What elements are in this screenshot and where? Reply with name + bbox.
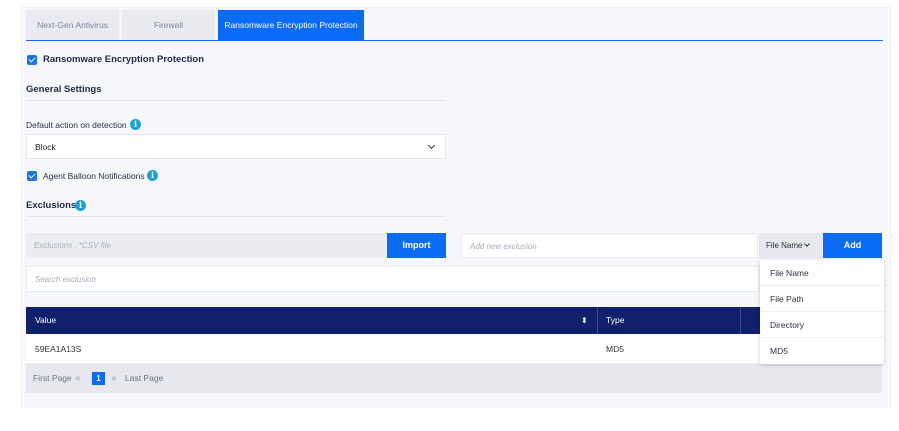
default-action-label: Default action on detection	[26, 120, 127, 130]
search-exclusion-input[interactable]: Search exclusion	[26, 266, 759, 292]
agent-balloon-checkbox[interactable]	[27, 171, 37, 181]
ransomware-protection-label: Ransomware Encryption Protection	[43, 54, 205, 65]
default-action-value: Block	[35, 142, 56, 152]
current-page-number[interactable]: 1	[92, 372, 105, 385]
tab-firewall[interactable]: Firewall	[122, 10, 215, 40]
tab-underline	[26, 40, 883, 41]
import-button[interactable]: Import	[387, 233, 446, 258]
add-button[interactable]: Add	[823, 233, 882, 258]
column-header-type[interactable]: Type	[606, 307, 624, 334]
chevron-down-icon	[804, 241, 810, 247]
tab-ransomware-encryption-protection[interactable]: Ransomware Encryption Protection	[218, 10, 364, 40]
menu-item-directory[interactable]: Directory	[760, 312, 884, 338]
agent-balloon-label: Agent Balloon Notifications	[43, 171, 145, 181]
exclusion-type-value: File Name	[766, 241, 803, 250]
column-divider	[740, 307, 741, 334]
info-icon[interactable]: i	[147, 170, 158, 181]
cell-value: 59EA1A13S	[35, 344, 82, 354]
new-exclusion-input[interactable]: Add new exclusion	[461, 233, 758, 258]
exclusions-heading: Exclusions	[26, 200, 77, 211]
exclusion-type-select[interactable]: File Name	[759, 233, 823, 258]
first-page-link[interactable]: First Page	[33, 364, 72, 393]
info-icon[interactable]: i	[130, 119, 141, 130]
chevron-down-icon	[427, 141, 436, 150]
exclusion-type-menu: File Name File Path Directory MD5	[760, 260, 884, 364]
general-settings-heading: General Settings	[26, 84, 102, 95]
default-action-select[interactable]: Block	[26, 134, 446, 159]
divider	[26, 100, 446, 101]
prev-page-icon[interactable]: «	[75, 364, 81, 393]
table-row[interactable]: 59EA1A13S MD5	[26, 334, 882, 364]
menu-item-file-path[interactable]: File Path	[760, 286, 884, 312]
ransomware-protection-checkbox[interactable]	[27, 55, 37, 65]
next-page-icon[interactable]: »	[111, 364, 117, 393]
menu-item-file-name[interactable]: File Name	[760, 260, 884, 286]
column-divider	[597, 307, 598, 334]
info-icon[interactable]: i	[75, 200, 86, 211]
pagination: First Page « 1 » Last Page	[26, 364, 882, 393]
import-csv-input[interactable]: Exclusions , *CSV file	[26, 233, 387, 258]
column-header-value[interactable]: Value	[35, 307, 56, 334]
divider	[26, 216, 446, 217]
tab-next-gen-antivirus[interactable]: Next-Gen Antivirus	[26, 10, 119, 40]
menu-item-md5[interactable]: MD5	[760, 338, 884, 364]
sort-icon[interactable]: ⬍	[581, 307, 588, 334]
cell-type: MD5	[606, 344, 624, 354]
tab-bar: Next-Gen Antivirus Firewall Ransomware E…	[26, 10, 367, 40]
last-page-link[interactable]: Last Page	[125, 364, 163, 393]
table-header: Value ⬍ Type	[26, 307, 882, 334]
